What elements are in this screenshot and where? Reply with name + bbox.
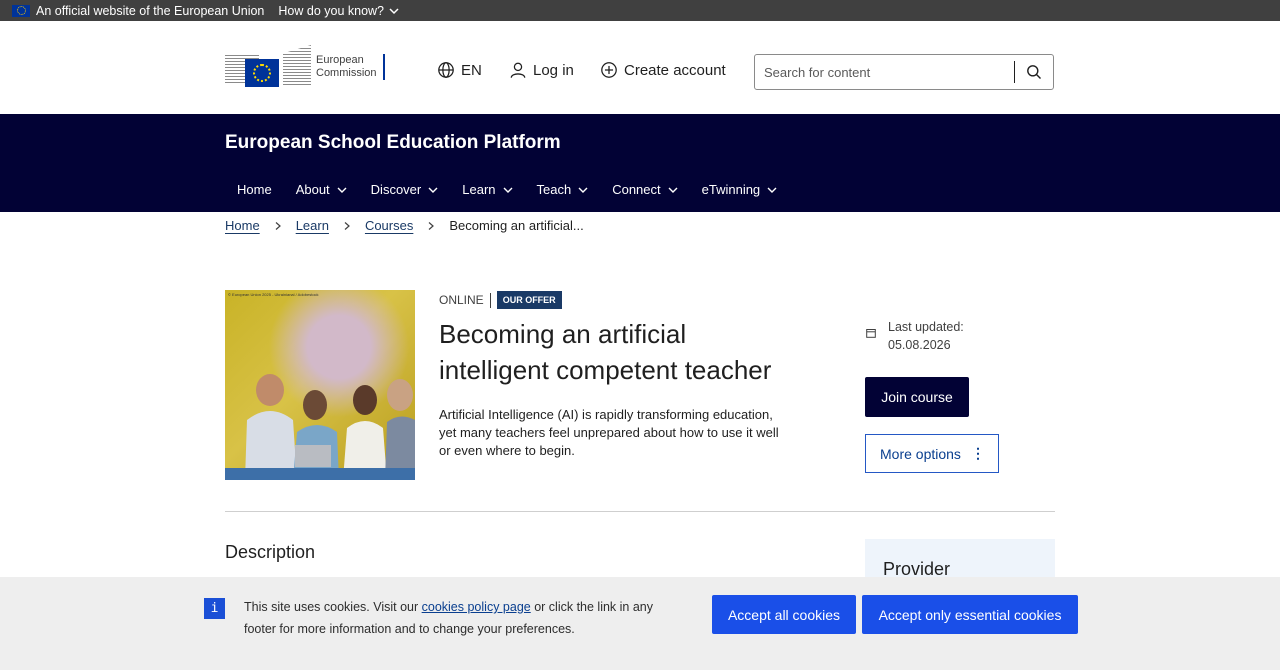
nav-item-connect[interactable]: Connect xyxy=(600,182,689,197)
nav-label: eTwinning xyxy=(701,182,761,197)
logo-line-1: European xyxy=(316,54,364,66)
more-options-label: More options xyxy=(880,445,961,462)
provider-heading: Provider xyxy=(883,559,951,579)
nav-item-home[interactable]: Home xyxy=(225,182,284,197)
chevron-down-icon xyxy=(503,187,512,193)
search-icon xyxy=(1027,65,1041,79)
chevron-down-icon xyxy=(428,187,438,193)
plus-circle-icon xyxy=(601,62,617,78)
nav-item-etwinning[interactable]: eTwinning xyxy=(690,182,790,197)
create-account-label: Create account xyxy=(624,61,726,79)
calendar-icon xyxy=(866,329,876,338)
platform-title[interactable]: European School Education Platform xyxy=(225,132,561,154)
cookies-policy-link[interactable]: cookies policy page xyxy=(422,600,531,614)
accept-all-cookies-button[interactable]: Accept all cookies xyxy=(712,595,856,634)
join-course-button[interactable]: Join course xyxy=(865,377,969,417)
course-image: © European Union 2025 - Ukrainianal / Ad… xyxy=(225,290,415,480)
course-meta: ONLINE OUR OFFER xyxy=(439,291,562,309)
students-illustration xyxy=(225,374,415,480)
info-icon: i xyxy=(204,598,225,619)
chevron-right-icon xyxy=(344,221,350,230)
last-updated-label: Last updated: xyxy=(888,320,964,334)
nav-label: Discover xyxy=(370,182,422,197)
nav-item-learn[interactable]: Learn xyxy=(450,182,524,197)
eu-flag-icon xyxy=(12,4,30,17)
breadcrumb-home[interactable]: Home xyxy=(225,218,260,233)
chevron-right-icon xyxy=(275,221,281,230)
site-header: European Commission EN Log in Create acc… xyxy=(0,21,1280,114)
ec-logo-mark-icon xyxy=(225,45,313,89)
breadcrumb-courses[interactable]: Courses xyxy=(365,218,413,233)
meta-divider xyxy=(489,292,491,308)
eu-official-strip: An official website of the European Unio… xyxy=(0,0,1280,21)
course-type: ONLINE xyxy=(439,293,484,307)
logo-line-2: Commission xyxy=(316,67,377,79)
our-offer-badge: OUR OFFER xyxy=(496,291,562,309)
eu-official-text: An official website of the European Unio… xyxy=(36,3,265,18)
accept-essential-cookies-button[interactable]: Accept only essential cookies xyxy=(862,595,1078,634)
nav-label: Learn xyxy=(462,182,496,197)
login-link[interactable]: Log in xyxy=(509,61,574,79)
nav-item-about[interactable]: About xyxy=(284,182,359,197)
description-heading: Description xyxy=(225,542,316,562)
cookie-banner: i This site uses cookies. Visit our cook… xyxy=(0,577,1280,670)
language-label: EN xyxy=(461,61,482,79)
search-form xyxy=(754,54,1054,90)
nav-label: About xyxy=(295,182,330,197)
chevron-down-icon xyxy=(767,187,777,193)
login-label: Log in xyxy=(533,61,574,79)
kebab-menu-icon: ⋮ xyxy=(970,445,985,461)
nav-label: Home xyxy=(237,182,272,197)
search-button[interactable] xyxy=(1015,55,1053,89)
user-icon xyxy=(510,62,526,78)
search-input[interactable] xyxy=(755,55,1014,89)
section-divider xyxy=(225,511,1055,512)
more-options-button[interactable]: More options ⋮ xyxy=(865,434,999,473)
breadcrumb: Home Learn Courses Becoming an artificia… xyxy=(225,218,584,233)
last-updated-date: 05.08.2026 xyxy=(888,338,951,352)
european-commission-logo[interactable]: European Commission xyxy=(225,44,387,90)
how-do-you-know-toggle[interactable]: How do you know? xyxy=(278,4,399,18)
chevron-down-icon xyxy=(668,187,678,193)
breadcrumb-learn[interactable]: Learn xyxy=(296,218,329,233)
nav-label: Connect xyxy=(612,182,661,197)
how-do-you-know-label: How do you know? xyxy=(278,3,385,18)
last-updated: Last updated: 05.08.2026 xyxy=(866,318,964,354)
nav-item-discover[interactable]: Discover xyxy=(359,182,451,197)
nav-label: Teach xyxy=(536,182,572,197)
logo-text: European Commission xyxy=(316,54,385,80)
platform-banner: European School Education Platform Home … xyxy=(0,114,1280,212)
chevron-down-icon xyxy=(337,187,347,193)
course-title: Becoming an artificial intelligent compe… xyxy=(439,319,772,385)
cookie-text-before: This site uses cookies. Visit our xyxy=(244,600,422,614)
cookie-message: This site uses cookies. Visit our cookie… xyxy=(244,596,664,640)
language-selector[interactable]: EN xyxy=(437,61,482,79)
main-navigation: Home About Discover Learn Teach Connect … xyxy=(225,182,789,197)
image-copyright: © European Union 2025 - Ukrainianal / Ad… xyxy=(228,292,319,297)
chevron-down-icon xyxy=(578,187,588,193)
chevron-right-icon xyxy=(428,221,435,230)
create-account-link[interactable]: Create account xyxy=(600,61,726,79)
course-summary: Artificial Intelligence (AI) is rapidly … xyxy=(439,407,779,458)
globe-icon xyxy=(438,62,454,78)
breadcrumb-current: Becoming an artificial... xyxy=(449,218,584,233)
nav-item-teach[interactable]: Teach xyxy=(525,182,601,197)
chevron-down-icon xyxy=(389,7,399,14)
